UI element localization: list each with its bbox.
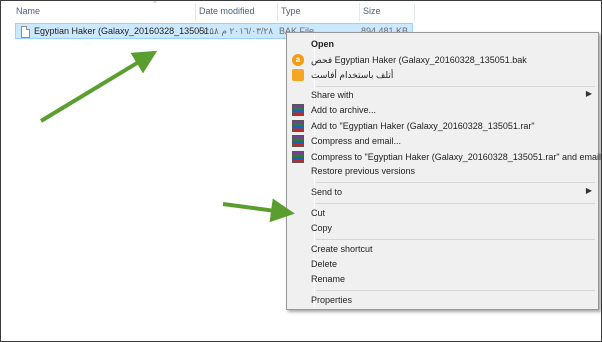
annotation-arrows <box>39 50 295 223</box>
annotation-arrow-file <box>39 50 158 123</box>
explorer-window: ⌃ Name Date modified Type Size Egyptian … <box>0 0 602 342</box>
annotation-arrow-cut <box>222 198 295 223</box>
